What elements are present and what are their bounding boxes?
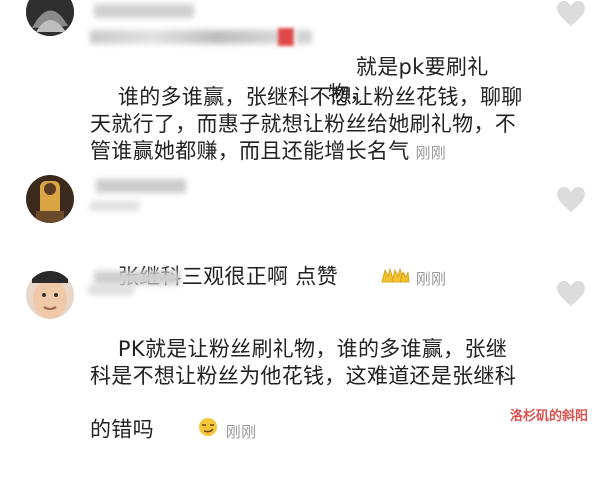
smirk-face-emoji	[154, 390, 220, 471]
heart-icon[interactable]	[556, 280, 586, 308]
comment-1: 就是pk要刷礼物， 谁的多谁赢，张继科不想让粉丝花钱，聊聊天就行了，而惠子就想让…	[0, 0, 600, 165]
comment-text-rest: 谁的多谁赢，张继科不想让粉丝花钱，聊聊天就行了，而惠子就想让粉丝给她刷礼物，不管…	[90, 85, 523, 163]
username-blurred-2	[90, 30, 280, 44]
avatar-image	[26, 0, 74, 36]
avatar[interactable]	[26, 175, 74, 223]
blur-red-mark	[278, 28, 294, 46]
blur-grey-mark	[296, 30, 312, 44]
avatar[interactable]	[26, 271, 74, 319]
watermark: 洛杉矶的斜阳	[509, 409, 588, 424]
comment-text-body: PK就是让粉丝刷礼物，谁的多谁赢，张继科是不想让粉丝为他花钱，这难道还是张继科的…	[90, 309, 520, 498]
username-blurred[interactable]	[94, 4, 194, 18]
avatar-image	[26, 175, 74, 223]
heart-icon[interactable]	[556, 186, 586, 214]
comment-2: 张继科三观很正啊 点赞 刚刚	[0, 165, 600, 289]
avatar-image	[26, 271, 74, 319]
avatar[interactable]	[26, 0, 74, 36]
username-blurred-2	[88, 285, 134, 295]
username-blurred[interactable]	[94, 271, 180, 285]
heart-icon[interactable]	[556, 0, 586, 28]
comment-time: 刚刚	[415, 144, 447, 162]
username-blurred[interactable]	[96, 179, 186, 193]
